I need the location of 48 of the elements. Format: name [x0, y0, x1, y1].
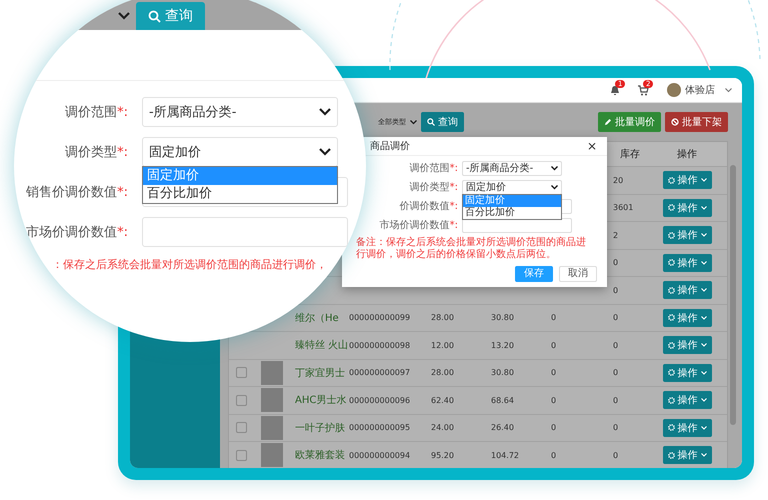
- table-cell: 0: [613, 258, 618, 268]
- table-cell: 24.00: [431, 423, 454, 432]
- field-label: 调价范围*:: [408, 162, 458, 175]
- table-cell: 20: [613, 176, 624, 185]
- table-cell: 62.40: [431, 396, 454, 405]
- table-cell: 0: [613, 313, 618, 322]
- table-cell: 13.20: [491, 340, 514, 350]
- dialog-title: 商品调价: [370, 140, 410, 153]
- table-cell: 26.40: [491, 423, 514, 432]
- table-cell: 0: [551, 340, 556, 350]
- table-cell: 000000000096: [349, 396, 410, 405]
- table-cell: 0: [613, 396, 618, 405]
- table-cell: 000000000099: [349, 313, 410, 322]
- table-cell: 0: [613, 423, 618, 432]
- field-label: 调价范围*:: [64, 104, 128, 121]
- table-cell: 12.00: [431, 340, 454, 350]
- table-cell: 000000000095: [349, 423, 410, 432]
- field-label: 价调价数值*:: [398, 200, 458, 213]
- table-cell: 0: [551, 450, 556, 460]
- table-cell: 0: [613, 450, 618, 460]
- table-cell: 104.72: [491, 450, 519, 460]
- note-text: ：保存之后系统会批量对所选调价范围的商品进行调价，: [52, 257, 328, 272]
- table-cell: 3601: [613, 203, 634, 212]
- field-label: 市场价调价数值*:: [25, 224, 128, 241]
- column-header: 库存: [619, 148, 641, 161]
- table-cell: 30.80: [491, 368, 514, 378]
- field-label: 市场价调价数值*:: [378, 218, 458, 232]
- table-cell: 000000000094: [349, 450, 410, 460]
- table-cell: 68.64: [491, 396, 514, 405]
- table-cell: 0: [613, 340, 618, 350]
- table-cell: 2: [613, 230, 618, 240]
- table-cell: 000000000098: [349, 340, 410, 350]
- field-label: 调价类型*:: [64, 144, 128, 161]
- note-text: 备注：保存之后系统会批量对所选调价范围的商品进行调价，调价之后的价格保留小数点后两位。: [355, 236, 587, 261]
- table-cell: 0: [613, 368, 618, 378]
- table-cell: 0: [551, 423, 556, 432]
- field-label: 调价类型*:: [408, 180, 458, 194]
- column-header: 操作: [676, 148, 698, 161]
- table-cell: 28.00: [431, 368, 454, 378]
- table-cell: 0: [551, 396, 556, 405]
- table-cell: 000000000097: [349, 368, 410, 378]
- table-cell: 0: [551, 368, 556, 378]
- table-cell: 30.80: [491, 313, 514, 322]
- table-cell: 0: [551, 313, 556, 322]
- table-cell: 95.20: [431, 450, 454, 460]
- table-cell: 0: [613, 286, 618, 295]
- table-cell: 28.00: [431, 313, 454, 322]
- field-label: 销售价调价数值*:: [25, 184, 128, 201]
